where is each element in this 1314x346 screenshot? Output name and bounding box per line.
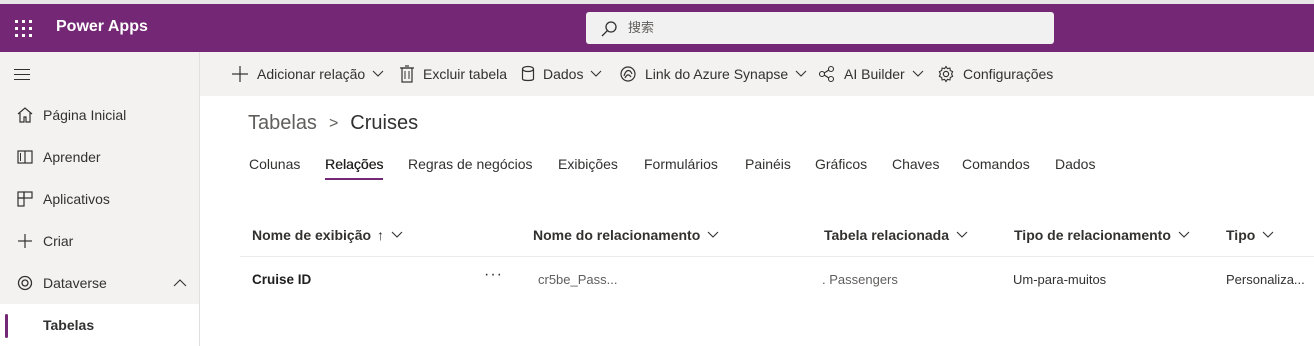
nav-item-apps[interactable]: Aplicativos [0, 178, 199, 220]
tab-charts[interactable]: Gráficos [815, 156, 867, 180]
chevron-up-icon[interactable] [173, 278, 187, 288]
chevron-down-icon [956, 231, 968, 238]
nav-item-label: Página Inicial [43, 107, 127, 123]
gear-icon [938, 65, 954, 83]
column-header-label: Nome de exibição [252, 227, 372, 243]
nav-item-create[interactable]: Criar [0, 220, 199, 262]
command-label: Configurações [963, 66, 1054, 82]
search-icon [601, 21, 617, 37]
tab-commands[interactable]: Comandos [962, 156, 1030, 180]
nav-item-label: Aplicativos [43, 191, 110, 207]
plus-icon [232, 66, 248, 82]
data-button[interactable]: Dados [521, 52, 602, 96]
cell-display-name[interactable]: Cruise ID [252, 272, 311, 287]
nav-item-label: Tabelas [43, 317, 95, 333]
nav-item-learn[interactable]: Aprender [0, 136, 199, 178]
cell-relationship-type: Um-para-muitos [1013, 272, 1107, 287]
book-icon [17, 150, 33, 164]
trash-icon [400, 65, 414, 83]
column-header-relationship-type[interactable]: Tipo de relacionamento [1014, 226, 1190, 244]
synapse-icon [620, 66, 636, 82]
command-label: AI Builder [844, 66, 905, 82]
tab-keys[interactable]: Chaves [892, 156, 939, 180]
nav-item-label: Aprender [43, 149, 101, 165]
search-input[interactable] [628, 18, 1028, 38]
chevron-down-icon [707, 231, 719, 238]
chevron-down-icon [591, 70, 602, 77]
database-icon [521, 65, 535, 82]
nav-item-home[interactable]: Página Inicial [0, 94, 199, 136]
ai-builder-button[interactable]: AI Builder [818, 52, 924, 96]
nav-item-label: Criar [43, 233, 74, 249]
header-divider [240, 256, 1314, 257]
more-options-icon[interactable]: ··· [484, 266, 503, 284]
breadcrumb-current: Cruises [350, 112, 419, 134]
azure-synapse-link-button[interactable]: Link do Azure Synapse [619, 52, 807, 96]
command-label: Excluir tabela [423, 66, 508, 82]
settings-button[interactable]: Configurações [937, 52, 1053, 96]
hamburger-menu-icon[interactable] [14, 66, 32, 80]
ai-builder-icon [818, 65, 835, 83]
chevron-down-icon [795, 70, 807, 77]
tab-dashboards[interactable]: Painéis [745, 156, 791, 180]
column-header-label: Tipo [1226, 227, 1256, 243]
apps-icon [17, 191, 33, 207]
dataverse-icon [17, 275, 33, 291]
command-label: Link do Azure Synapse [645, 66, 789, 82]
nav-item-label: Dataverse [43, 275, 107, 291]
cell-type: Personaliza... [1226, 272, 1305, 287]
top-header-bar: Power Apps [0, 0, 1314, 52]
breadcrumb: Tabelas > Cruises [248, 112, 418, 135]
tab-forms[interactable]: Formulários [644, 156, 718, 180]
nav-item-tables[interactable]: Tabelas [0, 304, 199, 346]
command-label: Adicionar relação [257, 66, 366, 82]
chevron-down-icon [391, 231, 403, 238]
column-header-label: Nome do relacionamento [533, 227, 701, 243]
chevron-down-icon [1262, 231, 1274, 238]
column-header-relationship-name[interactable]: Nome do relacionamento [533, 226, 719, 244]
app-launcher-icon[interactable] [13, 18, 33, 38]
left-navigation: Página Inicial Aprender Aplicativos Cria… [0, 52, 200, 346]
delete-table-button[interactable]: Excluir tabela [399, 52, 507, 96]
home-icon [17, 107, 33, 123]
column-header-display-name[interactable]: Nome de exibição ↑ [252, 226, 403, 244]
command-bar: Adicionar relação Excluir tabela Dados L… [200, 52, 1314, 96]
tab-data[interactable]: Dados [1055, 156, 1095, 180]
breadcrumb-parent[interactable]: Tabelas [248, 112, 317, 135]
cell-relationship-name: cr5be_Pass... [538, 272, 618, 287]
tab-business-rules[interactable]: Regras de negócios [408, 156, 533, 180]
selected-indicator [5, 314, 8, 338]
column-header-label: Tipo de relacionamento [1014, 227, 1171, 243]
chevron-down-icon [912, 70, 924, 77]
plus-icon [18, 234, 32, 248]
search-box[interactable] [586, 12, 1054, 44]
tab-views[interactable]: Exibições [558, 156, 618, 180]
column-header-related-table[interactable]: Tabela relacionada [824, 226, 968, 244]
nav-item-dataverse[interactable]: Dataverse [0, 262, 199, 304]
tab-columns[interactable]: Colunas [249, 156, 300, 180]
app-title[interactable]: Power Apps [56, 18, 148, 36]
tab-relationships[interactable]: Relações [325, 156, 384, 180]
cell-related-table: . Passengers [822, 272, 898, 287]
column-header-type[interactable]: Tipo [1226, 226, 1274, 244]
column-header-label: Tabela relacionada [824, 227, 950, 243]
add-relationship-button[interactable]: Adicionar relação [231, 52, 384, 96]
command-label: Dados [543, 66, 584, 82]
chevron-down-icon [372, 70, 384, 77]
chevron-down-icon [1178, 231, 1190, 238]
breadcrumb-separator: > [328, 114, 339, 132]
sort-ascending-icon: ↑ [377, 227, 385, 243]
